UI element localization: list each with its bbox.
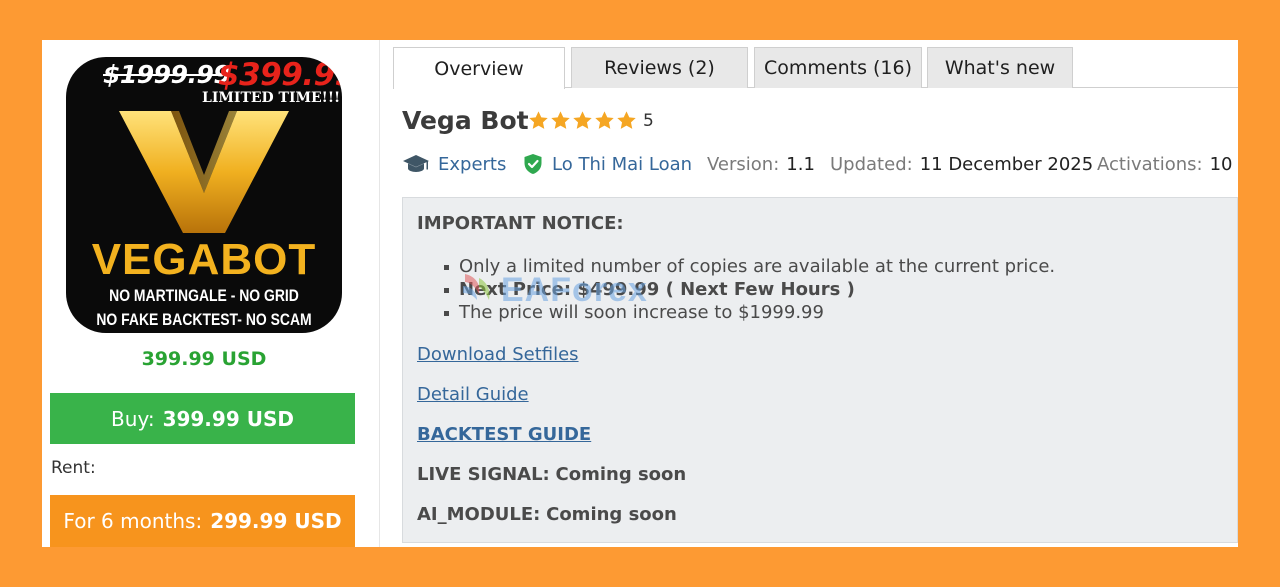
ai-module-value: Coming soon	[546, 504, 677, 525]
rating-value: 5	[643, 111, 654, 131]
image-brand-text: VEGABOT	[91, 235, 317, 284]
rating-stars[interactable]	[528, 110, 637, 131]
detail-guide-link[interactable]: Detail Guide	[417, 384, 529, 405]
watermark-logo: EAForex	[459, 270, 648, 310]
download-setfiles-link[interactable]: Download Setfiles	[417, 344, 579, 365]
live-signal-value: Coming soon	[555, 464, 687, 485]
image-tagline-1: NO MARTINGALE - NO GRID	[109, 286, 299, 305]
svg-text:V: V	[204, 166, 205, 168]
product-title: Vega Bot	[402, 106, 529, 135]
activations-label: Activations:	[1097, 153, 1203, 175]
author-link[interactable]: Lo Thi Mai Loan	[522, 152, 692, 176]
ai-module-line: AI_MODULE: Coming soon	[417, 504, 677, 525]
rent-6-months-button[interactable]: For 6 months: 299.99 USD	[50, 495, 355, 547]
star-icon	[551, 111, 570, 129]
tab-whats-new[interactable]: What's new	[927, 47, 1073, 88]
product-image[interactable]: $1999.99 $399.99 LIMITED TIME!!! V VEGAB…	[66, 57, 342, 333]
category-link[interactable]: Experts	[402, 152, 506, 176]
product-panel: $1999.99 $399.99 LIMITED TIME!!! V VEGAB…	[42, 40, 1238, 547]
image-new-price: $399.99	[218, 57, 342, 93]
updated-info: Updated: 11 December 2025	[830, 152, 1093, 176]
notice-title: IMPORTANT NOTICE:	[417, 213, 624, 234]
purchase-sidebar: $1999.99 $399.99 LIMITED TIME!!! V VEGAB…	[42, 40, 380, 547]
rent-label: Rent:	[51, 458, 96, 478]
image-tagline-2: NO FAKE BACKTEST- NO SCAM	[96, 310, 312, 329]
rent-period: For 6 months:	[63, 509, 203, 533]
buy-price: 399.99 USD	[162, 406, 294, 431]
v-logo-icon: V	[119, 111, 289, 233]
activations-value: 10	[1209, 153, 1233, 175]
author-name: Lo Thi Mai Loan	[552, 153, 693, 175]
tab-comments[interactable]: Comments (16)	[754, 47, 922, 88]
updated-value: 11 December 2025	[919, 153, 1094, 175]
price-text: 399.99 USD	[141, 348, 267, 370]
version-label: Version:	[707, 153, 780, 175]
buy-button[interactable]: Buy: 399.99 USD	[50, 393, 355, 444]
graduation-cap-icon	[402, 153, 430, 175]
star-icon	[529, 111, 548, 129]
activations-info: Activations: 10	[1097, 152, 1232, 176]
rent-price: 299.99 USD	[210, 509, 342, 533]
verified-shield-icon	[522, 153, 544, 175]
ai-module-label: AI_MODULE:	[417, 504, 541, 525]
description-box: IMPORTANT NOTICE: Only a limited number …	[402, 197, 1238, 543]
watermark-text: EAForex	[501, 270, 648, 309]
category-label: Experts	[438, 153, 507, 175]
image-old-price: $1999.99	[103, 60, 231, 89]
live-signal-line: LIVE SIGNAL: Coming soon	[417, 464, 686, 485]
buy-label: Buy:	[111, 406, 155, 431]
live-signal-label: LIVE SIGNAL:	[417, 464, 550, 485]
version-info: Version: 1.1	[707, 152, 815, 176]
star-icon	[595, 111, 614, 129]
star-icon	[617, 111, 636, 129]
tab-reviews[interactable]: Reviews (2)	[571, 47, 748, 88]
updated-label: Updated:	[830, 153, 913, 175]
tab-overview[interactable]: Overview	[393, 47, 565, 89]
version-value: 1.1	[786, 153, 815, 175]
backtest-guide-link[interactable]: BACKTEST GUIDE	[417, 424, 591, 445]
star-icon	[573, 111, 592, 129]
